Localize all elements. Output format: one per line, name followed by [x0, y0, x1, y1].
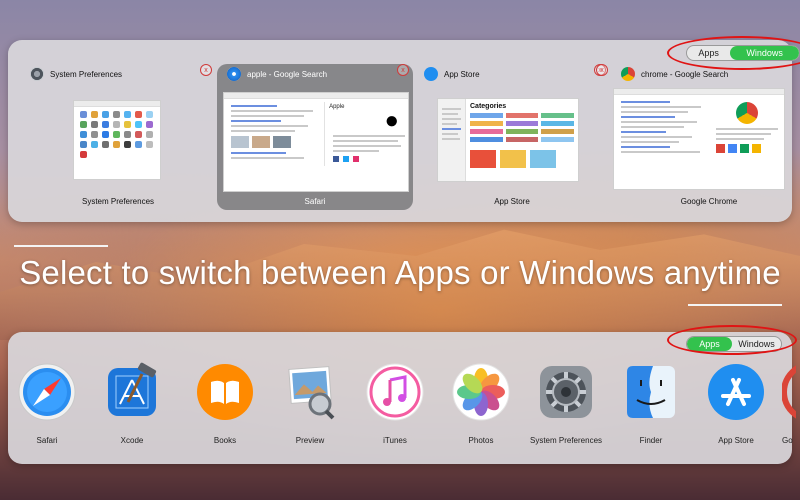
apps-toggle-option[interactable]: Apps [687, 46, 730, 60]
caption-rule-top [14, 245, 108, 247]
apps-toggle-option[interactable]: Apps [687, 337, 733, 351]
window-switcher-panel: Apps Windows System Preferences x System… [8, 36, 800, 222]
dock-app-label: System Preferences [529, 436, 603, 445]
dock-app-label: App Store [718, 436, 754, 445]
chrome-icon [781, 362, 796, 422]
window-card-header: App Store [424, 67, 480, 81]
compass-icon [17, 362, 77, 422]
dock-app-label: Photos [468, 436, 494, 445]
caption-text: Select to switch between Apps or Windows… [19, 254, 781, 291]
flower-icon [451, 362, 511, 422]
close-window-button[interactable]: x [596, 64, 608, 76]
gear-icon [30, 67, 44, 81]
compass-icon [227, 67, 241, 81]
window-card-google-chrome[interactable]: chrome - Google Search x Google Chrome [596, 64, 800, 210]
window-title: App Store [444, 69, 480, 79]
dock-app-preview[interactable]: Preview [267, 362, 353, 445]
hammer-blueprint-icon [102, 362, 162, 422]
dock-app-label: Go [782, 436, 793, 445]
windows-toggle-option[interactable]: Windows [732, 337, 781, 351]
dock-app-xcode[interactable]: Xcode [89, 362, 175, 445]
app-store-icon [424, 67, 438, 81]
window-thumbnail [613, 88, 785, 190]
dock-app-safari[interactable]: Safari [4, 362, 90, 445]
dock-app-label: Finder [639, 436, 663, 445]
chrome-icon [621, 67, 635, 81]
window-card-header: System Preferences [30, 67, 122, 81]
window-card-app-name: App Store [494, 197, 530, 206]
dock-app-label: Preview [295, 436, 325, 445]
apps-windows-toggle[interactable]: Apps Windows [686, 45, 800, 61]
dock-app-app-store[interactable]: App Store [693, 362, 779, 445]
finder-face-icon [621, 362, 681, 422]
apps-windows-toggle[interactable]: Apps Windows [686, 336, 782, 352]
dock-app-partial[interactable]: Go [776, 362, 796, 445]
dock-app-label: iTunes [383, 436, 407, 445]
window-thumbnail: Categories [437, 98, 579, 182]
window-card-app-name: System Preferences [81, 197, 155, 206]
window-card-app-name: Safari [304, 197, 326, 206]
window-title: System Preferences [50, 69, 123, 79]
window-card-app-store[interactable]: App Store x Categories App Store [414, 64, 610, 210]
window-thumbnail: Apple ● [223, 92, 409, 192]
close-window-button[interactable]: x [200, 64, 212, 76]
music-note-icon [365, 362, 425, 422]
dock-app-photos[interactable]: Photos [438, 362, 524, 445]
window-card-app-name: Google Chrome [680, 197, 738, 206]
dock-app-label: Xcode [120, 436, 144, 445]
window-card-header: apple - Google Search [227, 67, 327, 81]
app-store-icon [706, 362, 766, 422]
gear-icon [536, 362, 596, 422]
window-card-header: chrome - Google Search [621, 67, 728, 81]
window-title: apple - Google Search [247, 69, 328, 79]
dock-app-books[interactable]: Books [182, 362, 268, 445]
dock-app-label: Safari [36, 436, 58, 445]
caption-rule-bottom [688, 304, 782, 306]
windows-toggle-option[interactable]: Windows [730, 46, 799, 60]
app-switcher-panel: Apps Windows Safari Xcode Books Preview … [8, 325, 797, 464]
window-card-safari[interactable]: apple - Google Search x Apple ● Safari [217, 64, 413, 210]
window-thumbnail [73, 100, 161, 180]
book-icon [195, 362, 255, 422]
photo-loupe-icon [280, 362, 340, 422]
close-window-button[interactable]: x [397, 64, 409, 76]
dock-app-system-preferences[interactable]: System Preferences [523, 362, 609, 445]
dock-app-finder[interactable]: Finder [608, 362, 694, 445]
dock-app-itunes[interactable]: iTunes [352, 362, 438, 445]
dock-app-label: Books [213, 436, 237, 445]
window-title: chrome - Google Search [641, 69, 729, 79]
window-card-system-preferences[interactable]: System Preferences x System Preferences [20, 64, 216, 210]
